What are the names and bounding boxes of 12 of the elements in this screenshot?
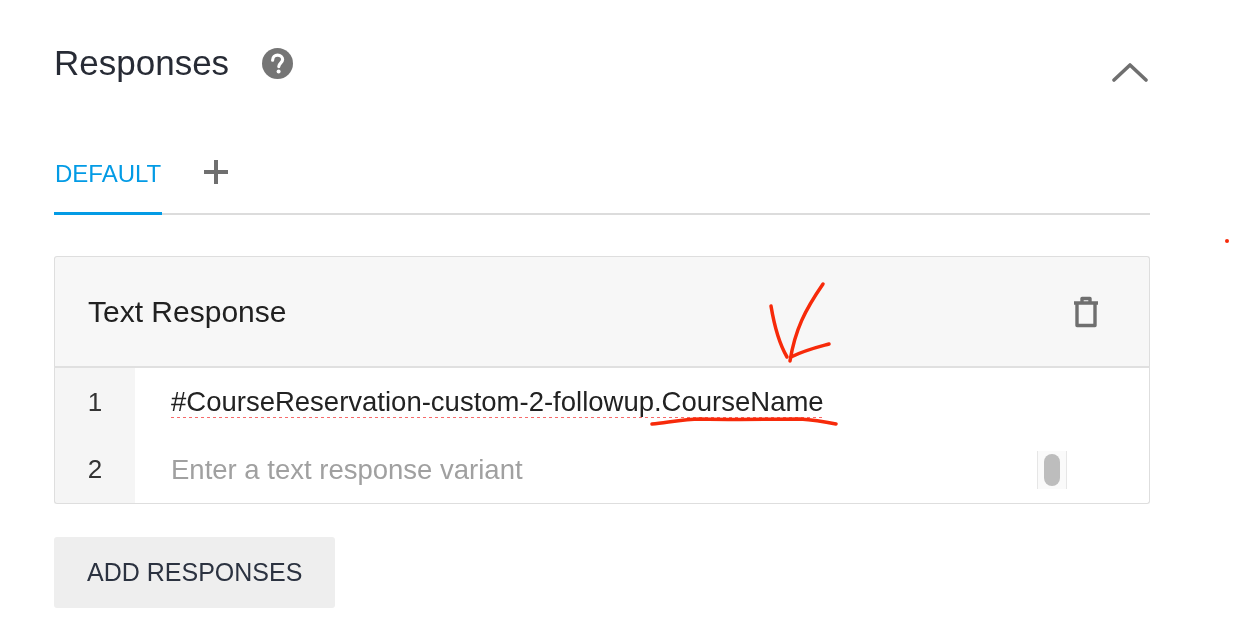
line-number: 1 (54, 368, 135, 436)
card-title: Text Response (88, 294, 287, 330)
line-number: 2 (54, 436, 135, 504)
chevron-icon[interactable] (1112, 62, 1148, 82)
delete-icon[interactable] (1072, 295, 1100, 328)
add-icon[interactable] (203, 159, 230, 185)
response-field[interactable]: Enter a text response variant (135, 436, 1150, 504)
scrollbar[interactable] (1037, 451, 1067, 489)
help-icon[interactable] (262, 47, 294, 79)
hand-drawn-dot (1225, 239, 1229, 243)
section-title: Responses (54, 42, 230, 84)
add-responses-button[interactable]: ADD RESPONSES (54, 537, 336, 608)
